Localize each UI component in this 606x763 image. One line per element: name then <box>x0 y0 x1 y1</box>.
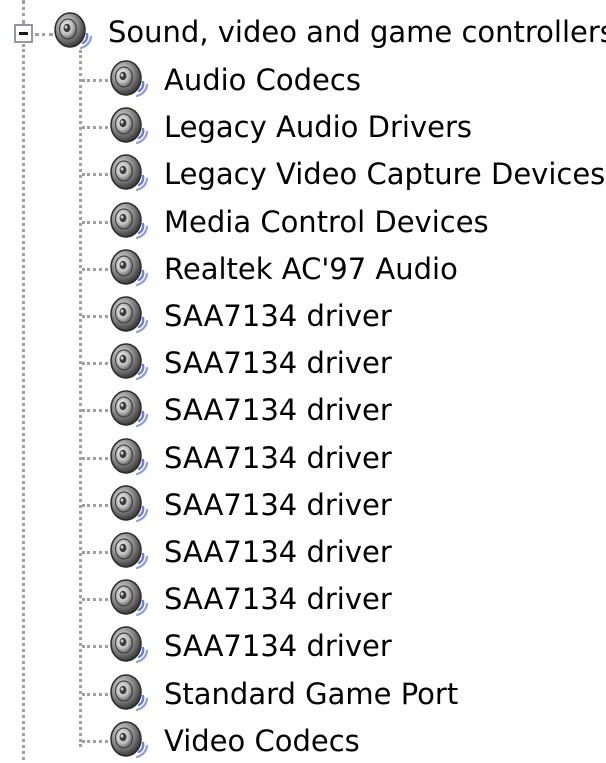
tree-node-device[interactable]: SAA7134 driver <box>106 341 392 385</box>
tree-node-label: Legacy Audio Drivers <box>164 110 472 145</box>
speaker-icon <box>50 10 98 54</box>
speaker-icon <box>106 388 154 432</box>
tree-node-label: Video Codecs <box>164 723 360 758</box>
tree-connector-child-horizontal <box>82 503 108 507</box>
tree-node-device[interactable]: Video Codecs <box>106 719 360 763</box>
tree-node-device[interactable]: Legacy Audio Drivers <box>106 105 472 149</box>
tree-node-label: SAA7134 driver <box>164 346 392 381</box>
tree-node-device[interactable]: Standard Game Port <box>106 672 458 716</box>
tree-connector-child-horizontal <box>82 126 108 130</box>
speaker-icon <box>106 483 154 527</box>
tree-node-label: Realtek AC'97 Audio <box>164 251 458 286</box>
tree-node-label: Sound, video and game controllers <box>108 15 606 49</box>
tree-connector-child-horizontal <box>82 739 108 743</box>
speaker-icon <box>106 719 154 763</box>
speaker-icon <box>106 577 154 621</box>
tree-node-device[interactable]: Audio Codecs <box>106 58 361 102</box>
tree-connector-children-vertical <box>79 50 82 747</box>
tree-connector-child-horizontal <box>82 598 108 602</box>
tree-node-label: Audio Codecs <box>164 63 361 97</box>
speaker-icon <box>106 294 154 338</box>
tree-connector-child-horizontal <box>82 456 108 460</box>
tree-node-label: SAA7134 driver <box>164 582 392 617</box>
speaker-icon <box>106 341 154 385</box>
speaker-icon <box>106 105 154 149</box>
tree-node-label: SAA7134 driver <box>164 299 392 333</box>
tree-connector-child-horizontal <box>82 692 108 696</box>
tree-node-sound-video-game-controllers[interactable]: Sound, video and game controllers <box>50 10 606 54</box>
tree-node-label: SAA7134 driver <box>164 629 392 664</box>
tree-connector-child-horizontal <box>82 315 108 318</box>
tree-connector-child-horizontal <box>82 645 108 649</box>
tree-node-label: Media Control Devices <box>164 204 489 239</box>
speaker-icon <box>106 436 154 480</box>
tree-node-device[interactable]: SAA7134 driver <box>106 436 392 480</box>
speaker-icon <box>106 247 154 291</box>
tree-node-device[interactable]: Realtek AC'97 Audio <box>106 247 458 291</box>
speaker-icon <box>106 200 154 244</box>
tree-node-device[interactable]: SAA7134 driver <box>106 294 392 338</box>
tree-connector-root-vertical-lower <box>22 44 25 760</box>
tree-node-label: SAA7134 driver <box>164 487 392 522</box>
tree-connector-child-horizontal <box>82 409 108 413</box>
tree-node-label: SAA7134 driver <box>164 393 392 428</box>
speaker-icon <box>106 672 154 716</box>
tree-node-label: SAA7134 driver <box>164 535 392 569</box>
tree-node-device[interactable]: SAA7134 driver <box>106 624 392 668</box>
minus-icon <box>19 32 28 35</box>
tree-node-device[interactable]: SAA7134 driver <box>106 483 392 527</box>
device-tree: Sound, video and game controllers Audio … <box>0 0 606 760</box>
speaker-icon <box>106 58 154 102</box>
tree-connector-child-horizontal <box>82 220 108 224</box>
tree-node-label: Standard Game Port <box>164 676 459 711</box>
collapse-button[interactable] <box>14 24 33 43</box>
tree-node-device[interactable]: SAA7134 driver <box>106 530 392 574</box>
tree-node-device[interactable]: Legacy Video Capture Devices <box>106 152 605 196</box>
tree-node-device[interactable]: SAA7134 driver <box>106 577 392 621</box>
tree-node-label: SAA7134 driver <box>164 440 392 475</box>
tree-node-device[interactable]: SAA7134 driver <box>106 388 392 432</box>
tree-node-device[interactable]: Media Control Devices <box>106 200 489 244</box>
speaker-icon <box>106 530 154 574</box>
tree-connector-child-horizontal <box>82 173 108 177</box>
tree-connector-child-horizontal <box>82 79 108 82</box>
tree-node-label: Legacy Video Capture Devices <box>164 157 606 192</box>
speaker-icon <box>106 624 154 668</box>
speaker-icon <box>106 152 154 196</box>
tree-connector-root-vertical <box>22 0 25 24</box>
tree-connector-child-horizontal <box>82 362 108 366</box>
tree-connector-child-horizontal <box>82 267 108 271</box>
tree-connector-child-horizontal <box>82 551 108 554</box>
